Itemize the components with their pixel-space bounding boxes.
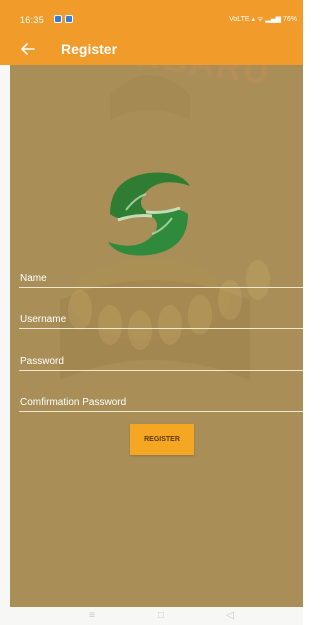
field-underline [19,287,303,288]
system-nav-bar: ≡ □ ◁ [0,607,303,625]
back-icon[interactable]: ◁ [223,610,237,622]
app-logo-icon [108,172,190,256]
register-button[interactable]: REGISTER [130,424,194,455]
status-notifications [54,15,73,23]
confirmation-password-field[interactable]: Comfirmation Password [19,390,303,412]
field-underline [19,370,303,371]
register-screen: PEKANBARU 16:35 VoLTE ▴ ᯤ ▂▄▆ 76% [0,0,303,625]
field-underline [19,328,303,329]
app-bar: Register [0,32,303,65]
status-time: 16:35 [20,15,45,25]
name-field-label: Name [20,273,47,284]
field-underline [19,411,303,412]
username-field-label: Username [20,314,67,325]
status-indicators: VoLTE ▴ ᯤ ▂▄▆ 76% [229,16,297,23]
status-bar: 16:35 VoLTE ▴ ᯤ ▂▄▆ 76% [0,0,303,32]
username-field[interactable]: Username [19,307,303,329]
home-icon[interactable]: □ [154,610,168,622]
confirmation-password-field-label: Comfirmation Password [20,397,127,408]
arrow-left-icon [21,43,35,55]
menu-icon[interactable]: ≡ [85,610,99,622]
password-field[interactable]: Password [19,349,303,371]
password-field-label: Password [20,356,64,367]
notification-icon [54,15,62,23]
back-arrow-icon[interactable] [14,37,42,61]
page-title: Register [61,41,118,57]
notification-icon [65,15,73,23]
name-field[interactable]: Name [19,266,303,288]
